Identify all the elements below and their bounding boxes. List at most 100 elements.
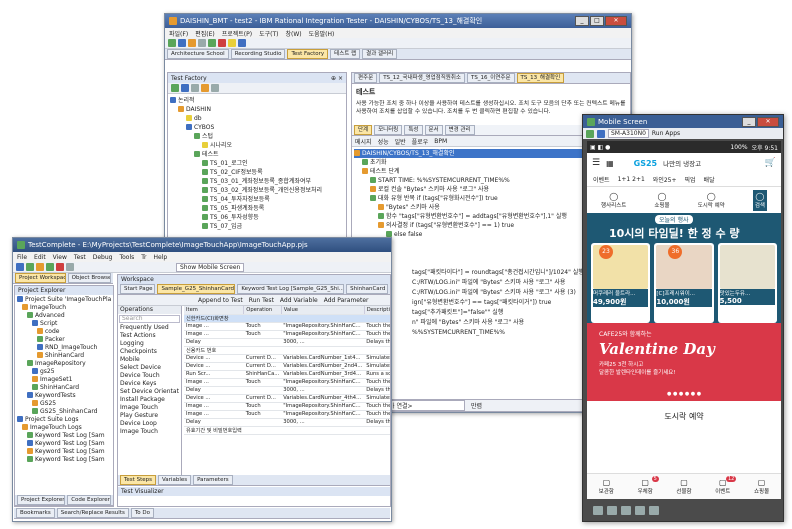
tree-node[interactable]: GS25 [17, 400, 111, 408]
tree-node[interactable]: Advanced [17, 312, 111, 320]
nav-item[interactable]: 1+1 2+1 [618, 176, 645, 183]
operation-item[interactable]: Frequently Used [120, 324, 179, 332]
table-row[interactable]: Delay 3000, ...Delays the test execution … [184, 338, 390, 347]
quick-icon[interactable]: ◯ 검색 [752, 189, 767, 211]
tree-node[interactable]: Keyword Test Log [Sam [17, 440, 111, 448]
table-row[interactable]: Image ... Touch "ImageRepository.ShinHanC.… [184, 402, 390, 411]
filter-icon[interactable] [191, 84, 199, 92]
new-icon[interactable] [16, 263, 24, 271]
menu-item[interactable]: 도움말(H) [309, 29, 335, 38]
workspace-tab[interactable]: Sample_G25_ShinhanCard [157, 284, 236, 294]
operation-item[interactable]: Play Gesture [120, 412, 179, 420]
timedeal-banner[interactable]: 오늘의 행사 10시의 타임딜! 한 정 수 량 23 머쿠레러 울트라... 49… [587, 213, 781, 323]
bottom-nav-item[interactable]: ▢ 선물함 [676, 478, 691, 495]
record-icon[interactable] [66, 263, 74, 271]
tree-node[interactable]: ImageTouch Logs [17, 424, 111, 432]
tree-node[interactable]: 시나리오 [170, 141, 344, 150]
toolbar-help-icon[interactable] [238, 39, 246, 47]
operation-item[interactable]: Install Package [120, 396, 179, 404]
tree-node[interactable]: ImageSet1 [17, 376, 111, 384]
power-icon[interactable] [649, 505, 659, 515]
screenshot-icon[interactable] [635, 505, 645, 515]
menu-item[interactable]: Edit [34, 254, 46, 261]
menu-item[interactable]: Debug [93, 254, 113, 261]
operation-item[interactable]: Checkpoints [120, 348, 179, 356]
product-card[interactable]: 맛있는두유... 5,500 [717, 243, 777, 323]
table-row[interactable]: Device ... Current D... Variables.CardNumb… [184, 394, 390, 403]
footer-tab[interactable]: To Do [130, 508, 154, 518]
left-tab[interactable]: Project Workspace [15, 273, 66, 283]
tree-node[interactable]: Packer [17, 336, 111, 344]
workspace-tab[interactable]: Start Page [120, 284, 156, 294]
menu-item[interactable]: Tools [119, 254, 134, 261]
toolbar-pause-icon[interactable] [228, 39, 236, 47]
refresh-icon[interactable] [181, 84, 189, 92]
tree-node[interactable]: gs25 [17, 368, 111, 376]
quick-icon[interactable]: ◯ 쇼핑몰 [654, 192, 669, 209]
column-header[interactable]: Description [364, 306, 390, 315]
inner-tab[interactable]: 특성 [404, 125, 423, 135]
nav-item[interactable]: 픽업 [685, 175, 696, 184]
run-apps-button[interactable]: Run Apps [652, 130, 680, 137]
editor-tab[interactable]: TS_13_해결확인 [516, 73, 565, 83]
run-icon[interactable] [46, 263, 54, 271]
grid-tab[interactable]: Test Steps [120, 475, 156, 485]
mobile-min-button[interactable]: _ [742, 116, 756, 127]
close-button[interactable]: ✕ [605, 16, 627, 26]
menu-item[interactable]: 도구(T) [259, 29, 278, 38]
perspective-tab[interactable]: Recording Studio [230, 49, 286, 59]
tree-node[interactable]: TS_07_입금 [170, 222, 344, 231]
tree-node[interactable]: GS25_ShinhanCard [17, 408, 111, 416]
perspective-tab[interactable]: Architecture School [167, 49, 229, 59]
valentine-banner[interactable]: CAFE25와 함께하는 Valentine Day 카페25 3천 하시고 달… [587, 323, 781, 401]
left-tab[interactable]: Object Browser [67, 273, 111, 283]
column-header[interactable]: Value [281, 306, 365, 315]
inner-tab[interactable]: 모니터링 [374, 125, 403, 135]
operation-item[interactable]: Device Keys [120, 380, 179, 388]
operation-item[interactable]: Device Loop [120, 420, 179, 428]
tree-node[interactable]: KeywordTests [17, 392, 111, 400]
table-row[interactable]: Image ... Touch "ImageRepository.ShinHanC.… [184, 322, 390, 331]
bottom-nav-item[interactable]: ▢ 보관함 [599, 478, 614, 495]
workspace-tab[interactable]: ShinhanCard [346, 284, 388, 294]
tree-node[interactable]: ShinHanCard [17, 384, 111, 392]
workspace-tool[interactable]: Add Parameter [324, 297, 369, 304]
bottom-nav-item[interactable]: ▢ 쇼핑몰 [754, 478, 769, 495]
operation-item[interactable]: Mobile [120, 356, 179, 364]
tree-node[interactable]: TS_01_로그인 [170, 159, 344, 168]
footer-tab[interactable]: Search/Replace Results [56, 508, 129, 518]
tree-node[interactable]: ShinHanCard [17, 352, 111, 360]
workspace-tool[interactable]: Add Variable [280, 297, 318, 304]
operation-item[interactable]: Test Actions [120, 332, 179, 340]
stop-icon[interactable] [56, 263, 64, 271]
table-row[interactable]: Image ... Touch "ImageRepository.ShinHanC.… [184, 330, 390, 339]
toolbar-cut-icon[interactable] [198, 39, 206, 47]
operation-item[interactable]: Select Device [120, 364, 179, 372]
tree-node[interactable]: TS_03_01_계좌정보등록_종합계좌여부 [170, 177, 344, 186]
tree-node[interactable]: TS_05_파생계좌등록 [170, 204, 344, 213]
product-card[interactable]: 23 머쿠레러 울트라... 49,900원 [591, 243, 651, 323]
tree-node[interactable]: DAISHIN [170, 105, 344, 114]
operation-item[interactable]: Device Touch [120, 372, 179, 380]
operations-search[interactable]: Search [119, 315, 180, 323]
tree-node[interactable]: Keyword Test Log [Sam [17, 432, 111, 440]
workspace-tool[interactable]: Append to Test [198, 297, 243, 304]
step-toolbar-item[interactable]: 성능 [378, 137, 389, 146]
perspective-tab[interactable]: 결과 갤러리 [362, 49, 398, 59]
tree-node[interactable]: RND_ImageTouch [17, 344, 111, 352]
tree-node[interactable]: code [17, 328, 111, 336]
cart-icon[interactable]: 🛒 [765, 158, 776, 168]
tree-node[interactable]: TS_03_02_계좌정보등록_개인신용정보처리 [170, 186, 344, 195]
qr-icon[interactable]: ▦ [606, 159, 614, 168]
inner-tab[interactable]: 단계 [354, 125, 373, 135]
menu-item[interactable]: 편집(E) [195, 29, 215, 38]
tree-node[interactable]: TS_02_CIF정보등록 [170, 168, 344, 177]
nav-item[interactable]: 이벤트 [593, 175, 610, 184]
table-row[interactable]: Delay 3000, ...Delays the test execution … [184, 386, 390, 395]
nav-item[interactable]: 와인25+ [653, 175, 677, 184]
nav-item[interactable]: 배달 [704, 175, 715, 184]
table-row[interactable]: Delay 3000, ...Delays the test execution … [184, 418, 390, 427]
step-toolbar-item[interactable]: 일반 [395, 137, 406, 146]
menu-item[interactable]: 파일(F) [169, 29, 188, 38]
tc-titlebar[interactable]: TestComplete - E:\MyProjects\TestComplet… [13, 238, 391, 252]
